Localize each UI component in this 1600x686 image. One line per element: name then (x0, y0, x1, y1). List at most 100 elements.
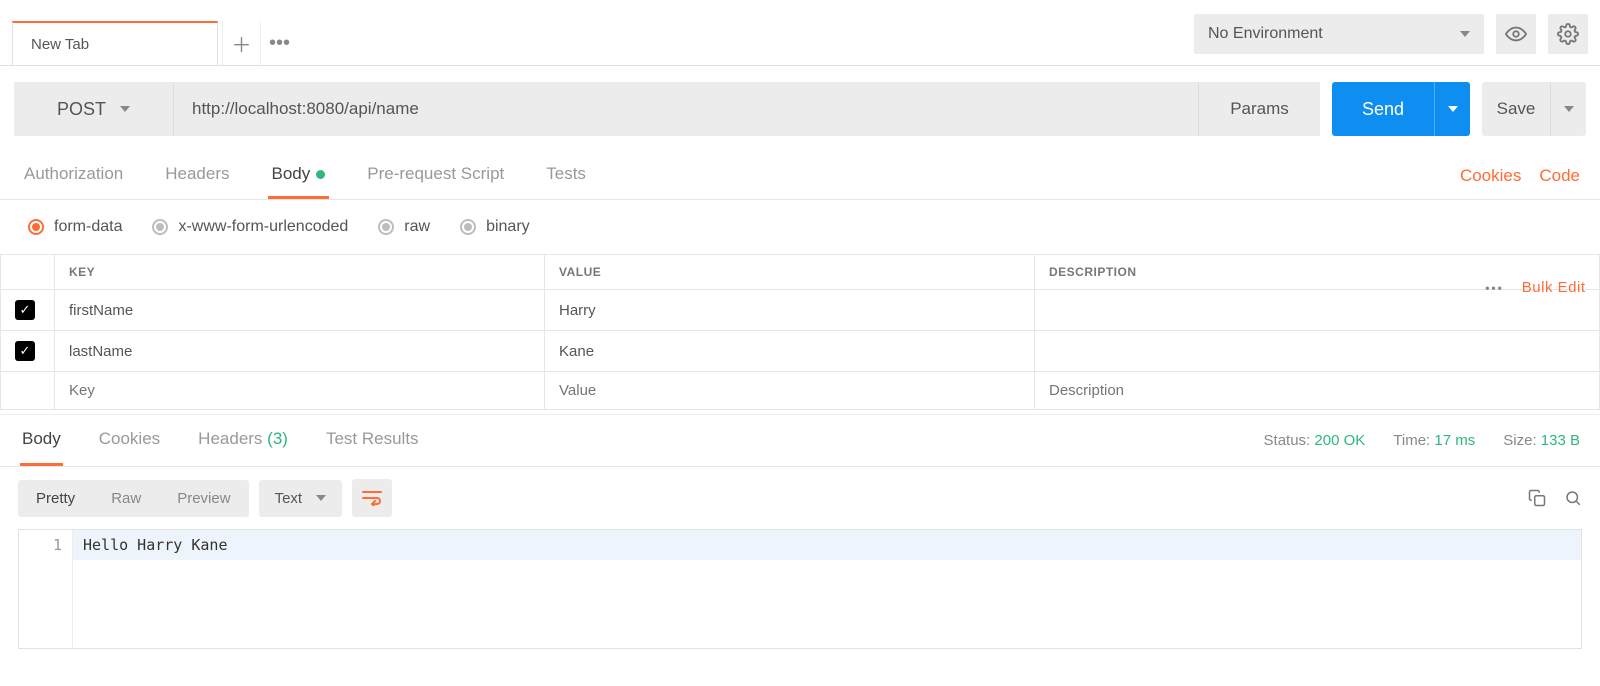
save-button[interactable]: Save (1482, 82, 1550, 136)
send-button[interactable]: Send (1332, 82, 1434, 136)
environment-select[interactable]: No Environment (1194, 14, 1484, 54)
env-quicklook-button[interactable] (1496, 14, 1536, 54)
resp-tab-cookies[interactable]: Cookies (97, 415, 162, 466)
tab-label: Cookies (99, 429, 160, 448)
tab-label: Body (272, 164, 311, 183)
response-type-select[interactable]: Text (259, 480, 343, 517)
row-checkbox[interactable]: ✓ (15, 341, 35, 361)
chevron-down-icon (1564, 106, 1574, 112)
resp-tab-tests[interactable]: Test Results (324, 415, 421, 466)
cookies-link[interactable]: Cookies (1460, 166, 1521, 186)
search-button[interactable] (1564, 489, 1582, 507)
key-input[interactable] (69, 343, 530, 360)
tab-label: Pre-request Script (367, 164, 504, 183)
line-number: 1 (19, 536, 62, 554)
response-body: 1 Hello Harry Kane (18, 529, 1582, 649)
bulk-edit-link[interactable]: Bulk Edit (1522, 279, 1586, 296)
tab-label: Authorization (24, 164, 123, 183)
save-label: Save (1497, 99, 1536, 119)
value-input[interactable] (559, 302, 1020, 319)
line-gutter: 1 (19, 530, 73, 648)
save-dropdown[interactable] (1550, 82, 1586, 136)
type-label: Text (275, 490, 303, 507)
resp-tab-body[interactable]: Body (20, 415, 63, 466)
table-row: ✓ (1, 290, 1600, 331)
size-value: 133 B (1541, 432, 1580, 449)
status-label: Status: (1264, 432, 1311, 449)
code-area[interactable]: Hello Harry Kane (73, 530, 1581, 648)
table-row: ✓ (1, 331, 1600, 372)
chevron-down-icon (1448, 106, 1458, 112)
params-label: Params (1230, 99, 1289, 119)
chevron-down-icon (316, 495, 326, 501)
value-input[interactable] (559, 382, 1020, 399)
radio-icon (378, 219, 394, 235)
params-button[interactable]: Params (1198, 82, 1320, 136)
col-value: Value (545, 255, 1035, 290)
tab-new[interactable]: New Tab (12, 21, 218, 65)
desc-input[interactable] (1049, 302, 1585, 319)
send-dropdown[interactable] (1434, 82, 1470, 136)
modified-dot-icon (316, 170, 325, 179)
method-select[interactable]: POST (14, 82, 174, 136)
settings-button[interactable] (1548, 14, 1588, 54)
col-desc-label: Description (1049, 265, 1137, 279)
value-input[interactable] (559, 343, 1020, 360)
row-checkbox[interactable]: ✓ (15, 300, 35, 320)
desc-input[interactable] (1049, 343, 1585, 360)
view-pretty[interactable]: Pretty (18, 480, 93, 517)
radio-icon (460, 219, 476, 235)
wrap-icon (362, 490, 382, 506)
radio-label: binary (486, 218, 530, 236)
chevron-down-icon (1460, 31, 1470, 37)
tab-tests[interactable]: Tests (542, 152, 590, 199)
key-input[interactable] (69, 382, 530, 399)
tab-label: Headers (198, 429, 262, 448)
url-input[interactable] (174, 82, 1198, 136)
body-type-raw[interactable]: raw (378, 218, 430, 236)
radio-icon (28, 219, 44, 235)
chevron-down-icon (120, 106, 130, 112)
body-type-urlencoded[interactable]: x-www-form-urlencoded (152, 218, 348, 236)
desc-input[interactable] (1049, 382, 1585, 399)
view-raw[interactable]: Raw (93, 480, 159, 517)
formdata-table: Key Value Description ••• Bulk Edit ✓ ✓ (0, 254, 1600, 410)
ellipsis-icon: ••• (269, 32, 290, 55)
tab-options-button[interactable]: ••• (260, 21, 298, 65)
add-tab-button[interactable]: ＋ (222, 21, 260, 65)
environment-label: No Environment (1208, 25, 1323, 43)
tab-body[interactable]: Body (268, 152, 330, 199)
copy-button[interactable] (1528, 489, 1546, 507)
tab-label: Headers (165, 164, 229, 183)
tab-prerequest[interactable]: Pre-request Script (363, 152, 508, 199)
radio-label: x-www-form-urlencoded (178, 218, 348, 236)
send-label: Send (1362, 99, 1404, 120)
body-type-binary[interactable]: binary (460, 218, 530, 236)
radio-label: form-data (54, 218, 122, 236)
tab-label: Tests (546, 164, 586, 183)
status-value: 200 OK (1314, 432, 1365, 449)
table-row (1, 372, 1600, 410)
time-label: Time: (1393, 432, 1430, 449)
col-check (1, 255, 55, 290)
tab-authorization[interactable]: Authorization (20, 152, 127, 199)
time-value: 17 ms (1434, 432, 1475, 449)
headers-count: (3) (267, 429, 288, 448)
body-type-formdata[interactable]: form-data (28, 218, 122, 236)
eye-icon (1505, 23, 1527, 45)
key-input[interactable] (69, 302, 530, 319)
radio-icon (152, 219, 168, 235)
size-label: Size: (1503, 432, 1536, 449)
wrap-lines-button[interactable] (352, 479, 392, 517)
tab-label: Test Results (326, 429, 419, 448)
code-link[interactable]: Code (1539, 166, 1580, 186)
method-label: POST (57, 99, 106, 120)
tab-headers[interactable]: Headers (161, 152, 233, 199)
col-key: Key (55, 255, 545, 290)
view-preview[interactable]: Preview (159, 480, 248, 517)
resp-tab-headers[interactable]: Headers (3) (196, 415, 290, 466)
plus-icon: ＋ (232, 29, 252, 58)
tab-label: Body (22, 429, 61, 448)
table-options-button[interactable]: ••• (1485, 281, 1504, 295)
gear-icon (1557, 23, 1579, 45)
